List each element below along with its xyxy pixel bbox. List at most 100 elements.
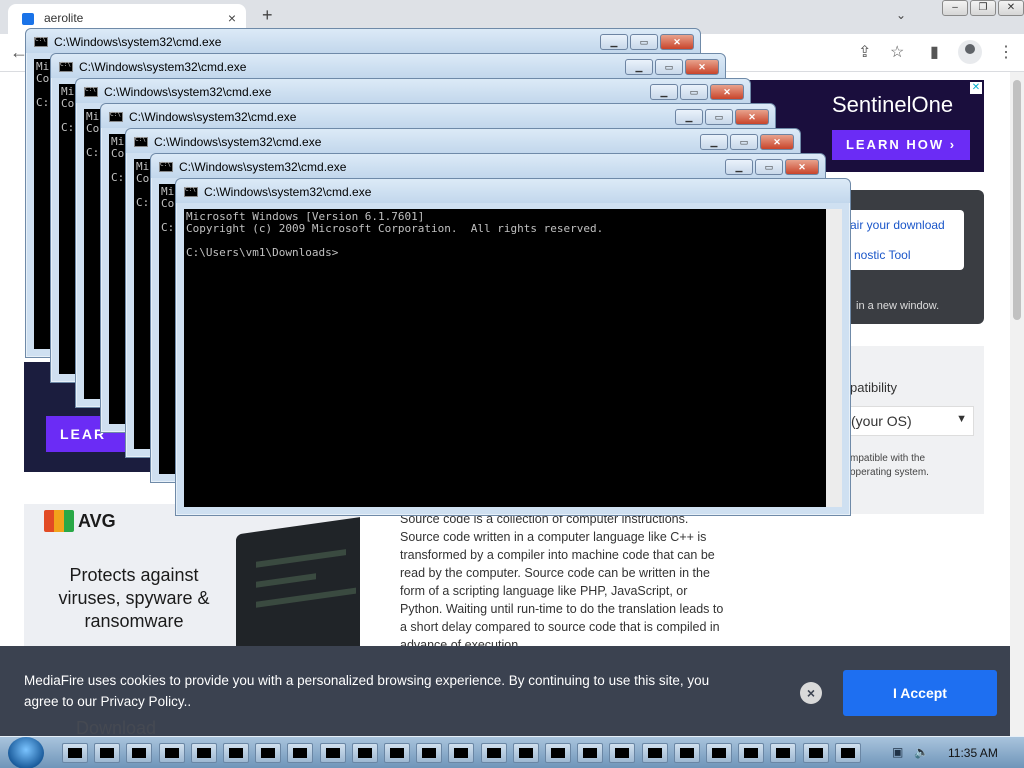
sentinelone-learn-how-button[interactable]: LEARN HOW ›: [832, 130, 970, 160]
taskbar-cmd-item[interactable]: [62, 743, 88, 763]
compatibility-title: patibility: [850, 380, 897, 395]
taskbar-cmd-item[interactable]: [770, 743, 797, 763]
taskbar-cmd-item[interactable]: [673, 743, 700, 763]
cmd-minimize-button[interactable]: ▁: [725, 159, 753, 175]
side-panel-icon[interactable]: ▮: [930, 42, 939, 62]
cmd-titlebar[interactable]: C:\Windows\system32\cmd.exe ▁▭✕: [51, 54, 725, 78]
cmd-icon: [84, 86, 98, 97]
scroll-thumb[interactable]: [1013, 80, 1021, 320]
taskbar-cmd-item[interactable]: [738, 743, 765, 763]
avg-logo: AVG: [44, 510, 116, 532]
cmd-close-button[interactable]: ✕: [760, 134, 794, 150]
taskbar-cmd-item[interactable]: [834, 743, 861, 763]
os-select[interactable]: (your OS) ▼: [844, 406, 974, 436]
window-controls: – ❐ ✕: [942, 0, 1024, 18]
taskbar-cmd-item[interactable]: [126, 743, 153, 763]
taskbar-cmd-item[interactable]: [706, 743, 732, 763]
cmd-maximize-button[interactable]: ▭: [730, 134, 758, 150]
repair-download-link[interactable]: air your download: [850, 218, 945, 232]
taskbar-cmd-item[interactable]: [545, 743, 571, 763]
taskbar-cmd-item[interactable]: [158, 743, 185, 763]
maximize-button[interactable]: ❐: [970, 0, 996, 16]
taskbar-cmd-item[interactable]: [319, 743, 346, 763]
taskbar-cmd-item[interactable]: [641, 743, 668, 763]
download-button-underlay: Download: [76, 718, 157, 736]
taskbar-clock[interactable]: 11:35 AM: [948, 746, 998, 760]
cmd-window-title: C:\Windows\system32\cmd.exe: [154, 135, 322, 149]
os-select-value: (your OS): [851, 413, 912, 429]
cmd-minimize-button[interactable]: ▁: [700, 134, 728, 150]
taskbar: ▣ 🔈 11:35 AM: [0, 736, 1024, 768]
minimize-button[interactable]: –: [942, 0, 968, 16]
taskbar-cmd-item[interactable]: [577, 743, 604, 763]
cmd-window[interactable]: C:\Windows\system32\cmd.exe Microsoft Win…: [175, 178, 851, 516]
cmd-minimize-button[interactable]: ▁: [600, 34, 628, 50]
cmd-close-button[interactable]: ✕: [660, 34, 694, 50]
page-scrollbar[interactable]: [1010, 72, 1024, 736]
bookmark-star-icon[interactable]: ☆: [890, 42, 904, 62]
cmd-titlebar[interactable]: C:\Windows\system32\cmd.exe ▁▭✕: [26, 29, 700, 53]
taskbar-cmd-item[interactable]: [802, 743, 829, 763]
cmd-maximize-button[interactable]: ▭: [705, 109, 733, 125]
menu-kebab-icon[interactable]: ⋮: [998, 42, 1014, 62]
cmd-scrollbar[interactable]: [826, 209, 842, 507]
sentinelone-logo: SentinelOne: [832, 92, 954, 117]
cmd-maximize-button[interactable]: ▭: [655, 59, 683, 75]
cmd-maximize-button[interactable]: ▭: [630, 34, 658, 50]
cookie-close-icon[interactable]: ×: [800, 682, 822, 704]
taskbar-cmd-item[interactable]: [448, 743, 475, 763]
screen: aerolite × + ⌄ – ❐ ✕ ← ⇪ ☆ ▮ ⋮ LEAR Sent…: [0, 0, 1024, 768]
taskbar-cmd-item[interactable]: [255, 743, 282, 763]
product-image-row: [256, 573, 316, 588]
cmd-console[interactable]: Microsoft Windows [Version 6.1.7601] Cop…: [184, 209, 842, 507]
taskbar-cmd-item[interactable]: [480, 743, 507, 763]
cmd-close-button[interactable]: ✕: [735, 109, 769, 125]
taskbar-cmd-item[interactable]: [223, 743, 249, 763]
cmd-icon: [59, 61, 73, 72]
ad-close-icon[interactable]: ✕: [970, 82, 982, 94]
cmd-maximize-button[interactable]: ▭: [680, 84, 708, 100]
cmd-close-button[interactable]: ✕: [710, 84, 744, 100]
cmd-window-controls: ▁ ▭ ✕: [675, 109, 769, 125]
taskbar-cmd-item[interactable]: [190, 743, 217, 763]
cmd-titlebar[interactable]: C:\Windows\system32\cmd.exe ▁▭✕: [151, 154, 825, 178]
cmd-window-controls: ▁ ▭ ✕: [600, 34, 694, 50]
taskbar-cmd-item[interactable]: [351, 743, 378, 763]
cookie-accept-button[interactable]: I Accept: [843, 670, 997, 716]
diagnostic-tool-link[interactable]: nostic Tool: [854, 248, 910, 262]
profile-avatar[interactable]: [958, 40, 982, 64]
volume-icon[interactable]: 🔈: [914, 745, 930, 759]
taskbar-cmd-item[interactable]: [384, 743, 410, 763]
cmd-titlebar[interactable]: C:\Windows\system32\cmd.exe ▁▭✕: [101, 104, 775, 128]
cmd-console-text: Mi Co C:: [36, 60, 50, 109]
taskbar-cmd-item[interactable]: [609, 743, 636, 763]
taskbar-cmd-item[interactable]: [287, 743, 314, 763]
share-icon[interactable]: ⇪: [858, 42, 871, 62]
cmd-titlebar[interactable]: C:\Windows\system32\cmd.exe: [176, 179, 850, 203]
network-icon[interactable]: ▣: [892, 745, 908, 759]
article-text: Source code is a collection of computer …: [400, 512, 724, 652]
cmd-icon: [109, 111, 123, 122]
tab-close-icon[interactable]: ×: [228, 10, 236, 26]
taskbar-cmd-item[interactable]: [94, 743, 121, 763]
product-image-row: [256, 587, 356, 608]
cmd-close-button[interactable]: ✕: [685, 59, 719, 75]
new-tab-button[interactable]: +: [262, 5, 273, 26]
cmd-minimize-button[interactable]: ▁: [650, 84, 678, 100]
compatibility-note: mpatible with the operating system.: [850, 453, 929, 478]
cmd-minimize-button[interactable]: ▁: [675, 109, 703, 125]
tab-search-icon[interactable]: ⌄: [896, 8, 906, 22]
cmd-titlebar[interactable]: C:\Windows\system32\cmd.exe ▁▭✕: [76, 79, 750, 103]
start-button[interactable]: [8, 737, 44, 768]
cmd-close-button[interactable]: ✕: [785, 159, 819, 175]
cmd-window-controls: ▁ ▭ ✕: [700, 134, 794, 150]
cmd-console-text: Mi Co C:: [136, 160, 150, 209]
close-button[interactable]: ✕: [998, 0, 1024, 16]
cmd-maximize-button[interactable]: ▭: [755, 159, 783, 175]
cmd-titlebar[interactable]: C:\Windows\system32\cmd.exe ▁▭✕: [126, 129, 800, 153]
taskbar-cmd-item[interactable]: [416, 743, 443, 763]
cmd-minimize-button[interactable]: ▁: [625, 59, 653, 75]
cmd-icon: [184, 186, 198, 197]
cmd-window-controls: ▁ ▭ ✕: [625, 59, 719, 75]
taskbar-cmd-item[interactable]: [512, 743, 539, 763]
